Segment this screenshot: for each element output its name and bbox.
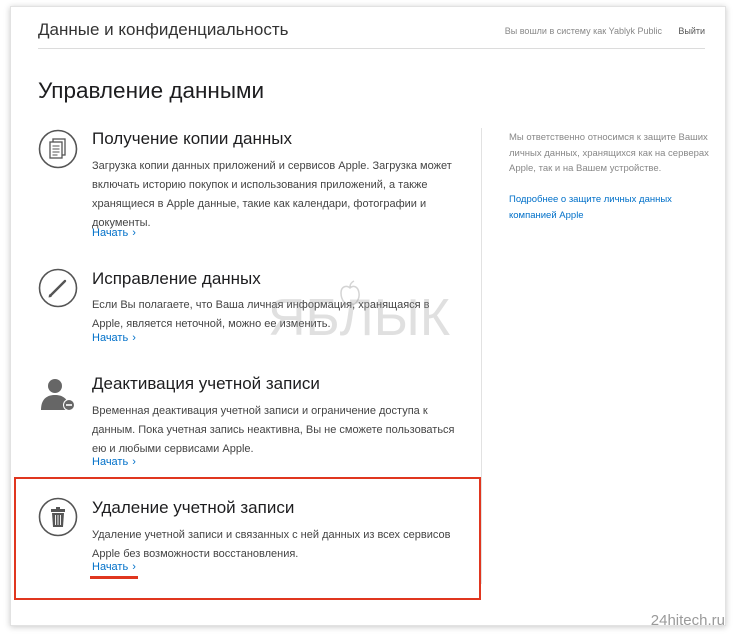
logout-link[interactable]: Выйти: [678, 26, 705, 36]
section-title: Исправление данных: [92, 269, 261, 288]
pencil-icon: [38, 268, 78, 313]
chevron-right-icon: ›: [132, 332, 136, 344]
section-title: Получение копии данных: [92, 129, 292, 148]
documents-icon: [38, 129, 78, 174]
header-title: Данные и конфиденциальность: [38, 20, 289, 39]
start-button[interactable]: Начать ›: [92, 456, 136, 468]
signed-in-user-text: Вы вошли в систему как Yablyk Public: [504, 26, 662, 36]
underline-annotation: [90, 576, 138, 579]
page-title: Управление данными: [38, 78, 265, 103]
start-label: Начать: [92, 227, 129, 239]
start-button[interactable]: Начать ›: [92, 332, 136, 344]
section-title: Деактивация учетной записи: [92, 374, 320, 393]
sidebar-privacy-text: Мы ответственно относимся к защите Ваших…: [509, 132, 709, 174]
chevron-right-icon: ›: [132, 456, 136, 468]
page-header: Данные и конфиденциальность Вы вошли в с…: [38, 20, 705, 49]
sidebar-divider: [481, 128, 482, 584]
section-description: Временная деактивация учетной записи и о…: [92, 405, 455, 455]
start-button[interactable]: Начать ›: [92, 227, 136, 239]
privacy-details-link[interactable]: Подробнее о защите личных данных компани…: [509, 192, 699, 223]
highlight-annotation: [14, 477, 481, 600]
section-description: Если Вы полагаете, что Ваша личная инфор…: [92, 299, 430, 330]
start-label: Начать: [92, 332, 129, 344]
user-remove-icon: [38, 374, 78, 419]
chevron-right-icon: ›: [132, 227, 136, 239]
start-label: Начать: [92, 456, 129, 468]
section-description: Загрузка копии данных приложений и серви…: [92, 160, 452, 229]
site-watermark: 24hitech.ru: [650, 612, 725, 629]
apple-logo-icon: [338, 280, 362, 313]
